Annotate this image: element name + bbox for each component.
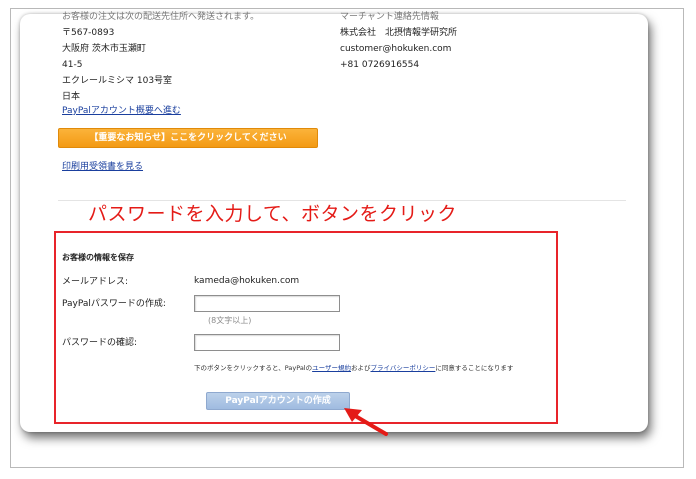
password-hint: (8文字以上) xyxy=(208,316,252,325)
address-line2: 41-5 xyxy=(62,60,83,70)
merchant-email: customer@hokuken.com xyxy=(340,44,452,54)
pointer-arrow-icon xyxy=(344,408,388,436)
section-divider xyxy=(58,200,626,201)
privacy-policy-link[interactable]: プライバシーポリシー xyxy=(371,364,436,372)
create-paypal-account-button[interactable]: PayPalアカウントの作成 xyxy=(206,392,350,410)
address-line3: エクレールミシマ 103号室 xyxy=(62,76,173,86)
password-label: PayPalパスワードの作成: xyxy=(62,299,166,309)
confirm-password-input[interactable] xyxy=(194,334,340,351)
merchant-phone: +81 0726916554 xyxy=(340,60,420,70)
user-agreement-link[interactable]: ユーザー規約 xyxy=(312,364,351,372)
merchant-header-text: マーチャント連絡先情報 xyxy=(340,12,439,22)
legal-prefix: 下のボタンをクリックすると、PayPalの xyxy=(194,364,313,372)
account-summary-link[interactable]: PayPalアカウント概要へ進む xyxy=(62,106,181,117)
email-label: メールアドレス: xyxy=(62,277,129,287)
address-country: 日本 xyxy=(62,92,81,102)
password-input[interactable] xyxy=(194,295,340,312)
save-info-heading: お客様の情報を保存 xyxy=(62,253,134,262)
important-notice-button[interactable]: 【重要なお知らせ】ここをクリックしてください xyxy=(58,128,318,148)
address-postal-code: 〒567-0893 xyxy=(62,28,115,38)
legal-suffix: に同意することになります xyxy=(435,364,514,372)
shipping-header-text: お客様の注文は次の配送先住所へ発送されます。 xyxy=(62,12,260,22)
email-value: kameda@hokuken.com xyxy=(194,276,300,286)
legal-agreement-text: 下のボタンをクリックすると、PayPalのユーザー規約およびプライバシーポリシー… xyxy=(194,364,513,373)
legal-middle: および xyxy=(351,364,371,372)
instruction-annotation: パスワードを入力して、ボタンをクリック xyxy=(88,203,457,225)
merchant-name: 株式会社 北摂情報学研究所 xyxy=(340,28,458,38)
confirm-password-label: パスワードの確認: xyxy=(62,338,138,348)
print-receipt-link[interactable]: 印刷用受領書を見る xyxy=(62,162,143,173)
address-line1: 大阪府 茨木市玉瀬町 xyxy=(62,44,146,54)
